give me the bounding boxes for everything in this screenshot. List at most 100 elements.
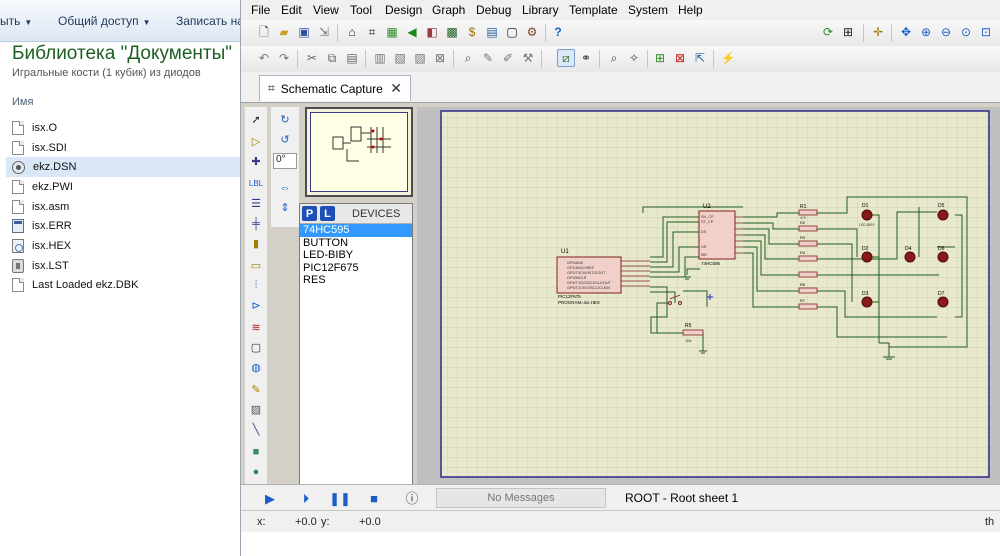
file-item-selected[interactable]: ekz.DSN [6,157,240,178]
menu-library[interactable]: Library [522,3,559,17]
file-item[interactable]: Last Loaded ekz.DBK [6,276,240,296]
file-item[interactable]: isx.asm [6,197,240,217]
help-icon[interactable]: ? [549,23,567,41]
pause-icon[interactable]: ❚❚ [329,491,351,505]
file-item[interactable]: ekz.PWI [6,177,240,197]
menu-graph[interactable]: Graph [432,3,465,17]
debug-icon[interactable]: ⚙ [523,23,541,41]
voltage-probe-icon[interactable]: ◍ [247,359,265,376]
column-header-name[interactable]: Имя [12,96,33,108]
component-mode-icon[interactable]: ▷ [247,133,265,150]
graph-icon[interactable]: ⊳ [247,297,265,314]
bom-icon[interactable]: $ [463,23,481,41]
device-item[interactable]: PIC12F675 [300,262,412,275]
new-sheet-icon[interactable]: ⊞ [651,49,669,67]
pan-icon[interactable]: ✥ [897,23,915,41]
origin-icon[interactable]: ✛ [869,23,887,41]
messages-panel[interactable]: No Messages [436,488,606,508]
block-move-icon[interactable]: ▧ [391,49,409,67]
zoom-in-icon[interactable]: ⊕ [917,23,935,41]
menu-design[interactable]: Design [385,3,422,17]
make-device-icon[interactable]: ✎ [479,49,497,67]
info-icon[interactable]: ⓘ [405,491,419,505]
menu-help[interactable]: Help [678,3,703,17]
gerber-icon[interactable]: ▩ [443,23,461,41]
exit-parent-icon[interactable]: ⇱ [691,49,709,67]
cut-icon[interactable]: ✂ [303,49,321,67]
zoom-area-icon[interactable]: ⊡ [977,23,995,41]
undo-icon[interactable]: ↶ [255,49,273,67]
save-icon[interactable]: ▣ [295,23,313,41]
close-icon[interactable]: ✕ [390,80,402,97]
file-item[interactable]: isx.LST [6,256,240,276]
code-icon[interactable]: ▢ [503,23,521,41]
burn-button[interactable]: Записать на [176,14,244,28]
refresh-icon[interactable]: ⟳ [819,23,837,41]
block-rotate-icon[interactable]: ▨ [411,49,429,67]
mirror-x-icon[interactable]: ⇔ [276,179,294,196]
file-item[interactable]: isx.ERR [6,216,240,236]
block-copy-icon[interactable]: ▥ [371,49,389,67]
file-item[interactable]: isx.HEX [6,236,240,256]
overview-window[interactable] [305,107,413,197]
menu-tool[interactable]: Tool [350,3,372,17]
device-item[interactable]: BUTTON [300,237,412,250]
menu-edit[interactable]: Edit [281,3,302,17]
box-icon[interactable]: ■ [247,443,265,460]
block-delete-icon[interactable]: ⊠ [431,49,449,67]
current-probe-icon[interactable]: ✎ [247,381,265,398]
find-icon[interactable]: ⌕ [605,49,623,67]
stop-icon[interactable]: ■ [367,491,381,505]
share-menu-button[interactable]: Общий доступ ▼ [58,14,151,28]
rotate-clockwise-icon[interactable]: ↻ [276,111,294,128]
generator-icon[interactable]: ▢ [247,339,265,356]
search-tag-icon[interactable]: ⚭ [577,49,595,67]
library-manager-button[interactable]: L [320,206,335,221]
package-tool-icon[interactable]: ✐ [499,49,517,67]
open-menu-button[interactable]: ыть ▼ [0,14,32,28]
electrical-rule-check-icon[interactable]: ⚡ [719,49,737,67]
schematic-icon[interactable]: ⌗ [363,23,381,41]
design-explorer-icon[interactable]: ▤ [483,23,501,41]
wire-autorouter-icon[interactable]: ⧄ [557,49,575,67]
junction-dot-icon[interactable]: ✚ [247,153,265,170]
vsm-icon[interactable]: ◀ [403,23,421,41]
menu-debug[interactable]: Debug [476,3,511,17]
property-tool-icon[interactable]: ✧ [625,49,643,67]
rotate-anticlockwise-icon[interactable]: ↺ [276,131,294,148]
paste-icon[interactable]: ▤ [343,49,361,67]
pick-devices-button[interactable]: P [302,206,317,221]
zoom-all-icon[interactable]: ⊙ [957,23,975,41]
pcb-icon[interactable]: ▦ [383,23,401,41]
selection-mode-icon[interactable]: ➚ [247,111,265,128]
3d-icon[interactable]: ◧ [423,23,441,41]
tape-recorder-icon[interactable]: ≋ [247,319,265,336]
text-script-icon[interactable]: ☰ [247,195,265,212]
import-icon[interactable]: ⇲ [315,23,333,41]
schematic-editing-window[interactable]: U1 PIC12F675 PROGRAM=isx.HEX GP0/AN0 GP1… [417,107,1000,487]
menu-view[interactable]: View [313,3,339,17]
menu-template[interactable]: Template [569,3,618,17]
virtual-instruments-icon[interactable]: ▨ [247,401,265,418]
bus-icon[interactable]: ╪ [247,215,265,232]
tab-schematic-capture[interactable]: ⌗ Schematic Capture ✕ [259,75,411,101]
redo-icon[interactable]: ↷ [275,49,293,67]
rotation-angle-field[interactable]: 0° [273,153,297,169]
open-folder-icon[interactable]: ▰ [275,23,293,41]
grid-icon[interactable]: ⊞ [839,23,857,41]
zoom-out-icon[interactable]: ⊖ [937,23,955,41]
mirror-y-icon[interactable]: ⇕ [276,199,294,216]
file-item[interactable]: isx.O [6,118,240,138]
device-item-selected[interactable]: 74HC595 [300,224,412,237]
menu-system[interactable]: System [628,3,668,17]
home-icon[interactable]: ⌂ [343,23,361,41]
device-item[interactable]: LED-BIBY [300,249,412,262]
circle-icon[interactable]: ● [247,463,265,480]
terminals-icon[interactable]: ▭ [247,257,265,274]
copy-icon[interactable]: ⧉ [323,49,341,67]
schematic-canvas[interactable]: U1 PIC12F675 PROGRAM=isx.HEX GP0/AN0 GP1… [417,107,1000,487]
new-icon[interactable]: 🗋 [255,23,273,41]
subcircuit-icon[interactable]: ▮ [247,235,265,252]
step-icon[interactable]: ⏵ [299,491,313,505]
file-item[interactable]: isx.SDI [6,138,240,158]
